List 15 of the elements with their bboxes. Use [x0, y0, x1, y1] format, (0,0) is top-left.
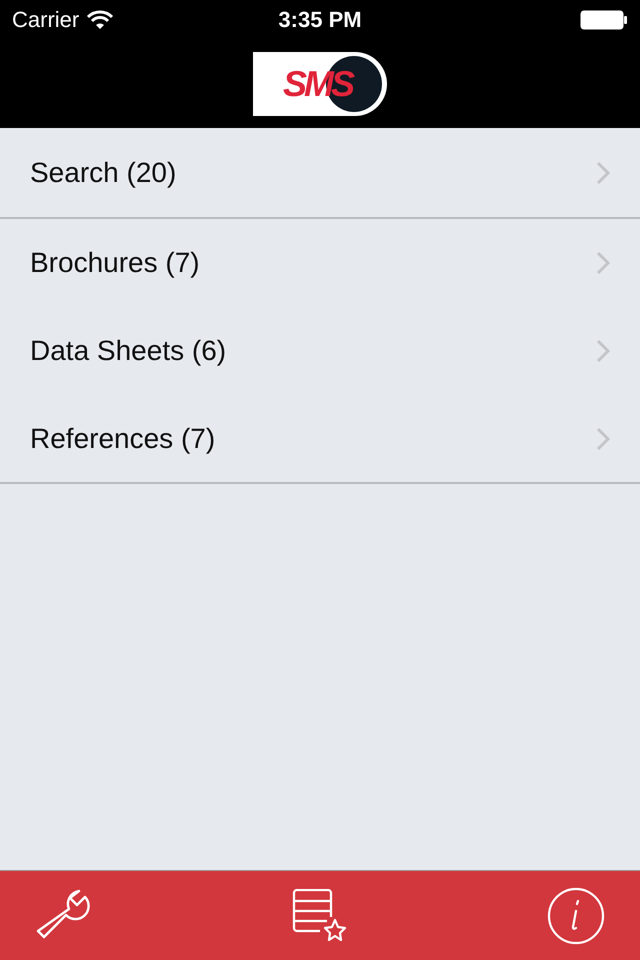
menu-row[interactable]: Brochures (7) — [0, 219, 640, 307]
menu-row[interactable]: References (7) — [0, 395, 640, 484]
list-star-icon — [292, 888, 348, 942]
wifi-icon — [87, 10, 114, 30]
info-tab[interactable] — [546, 886, 606, 946]
chevron-icon — [596, 160, 610, 184]
carrier-label: Carrier — [12, 7, 80, 33]
menu-row[interactable]: Data Sheets (6) — [0, 307, 640, 395]
chevron-icon — [596, 426, 610, 450]
chevron-icon — [596, 250, 610, 274]
info-icon — [547, 886, 605, 944]
status-time: 3:35 PM — [278, 7, 362, 33]
chevron-icon — [596, 338, 610, 362]
menu-row[interactable]: Search (20) — [0, 128, 640, 219]
battery-icon — [580, 10, 628, 30]
